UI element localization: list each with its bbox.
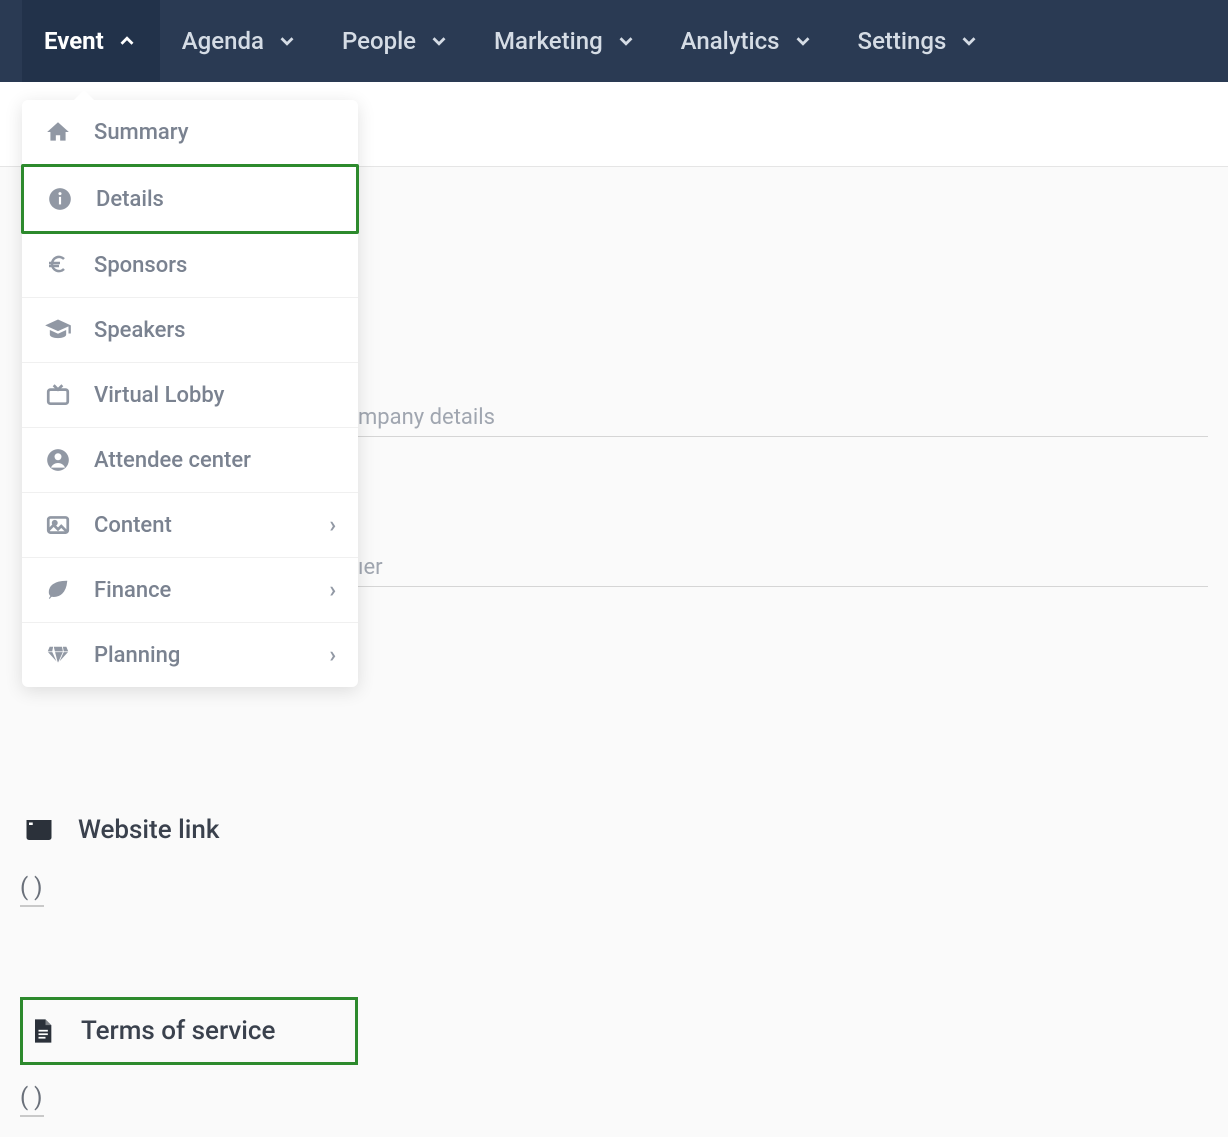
terms-of-service-title: Terms of service xyxy=(81,1016,275,1046)
dropdown-item-planning[interactable]: Planning › xyxy=(22,623,358,687)
window-icon xyxy=(24,815,54,845)
diamond-icon xyxy=(44,641,72,669)
nav-marketing[interactable]: Marketing xyxy=(472,0,659,82)
dropdown-item-virtual-lobby[interactable]: Virtual Lobby xyxy=(22,363,358,428)
website-link-value[interactable]: ( ) xyxy=(20,873,44,907)
nav-people-label: People xyxy=(342,27,416,55)
dropdown-item-content[interactable]: Content › xyxy=(22,493,358,558)
nav-analytics-label: Analytics xyxy=(681,27,780,55)
user-circle-icon xyxy=(44,446,72,474)
dropdown-label: Content xyxy=(94,513,307,538)
company-details-placeholder: mpany details xyxy=(358,405,495,430)
dropdown-label: Planning xyxy=(94,643,307,668)
info-icon xyxy=(46,185,74,213)
dropdown-item-speakers[interactable]: Speakers xyxy=(22,298,358,363)
company-details-field[interactable]: mpany details xyxy=(358,405,1208,437)
nav-event[interactable]: Event xyxy=(22,0,160,82)
dropdown-label: Speakers xyxy=(94,318,336,343)
dropdown-item-summary[interactable]: Summary xyxy=(22,100,358,165)
nav-marketing-label: Marketing xyxy=(494,27,603,55)
event-dropdown-menu: Summary Details Sponsors Speakers Virtua… xyxy=(22,100,358,687)
terms-of-service-section: Terms of service xyxy=(20,997,358,1065)
partial-ner-placeholder: ıer xyxy=(358,555,383,580)
chevron-right-icon: › xyxy=(329,643,336,668)
dropdown-label: Sponsors xyxy=(94,253,336,278)
dropdown-label: Finance xyxy=(94,578,307,603)
chevron-down-icon xyxy=(958,30,980,52)
chevron-down-icon xyxy=(276,30,298,52)
home-icon xyxy=(44,118,72,146)
nav-agenda[interactable]: Agenda xyxy=(160,0,320,82)
tv-icon xyxy=(44,381,72,409)
euro-icon xyxy=(44,251,72,279)
dropdown-label: Summary xyxy=(94,120,336,145)
dropdown-item-attendee-center[interactable]: Attendee center xyxy=(22,428,358,493)
chevron-down-icon xyxy=(792,30,814,52)
nav-settings-label: Settings xyxy=(858,27,947,55)
leaf-icon xyxy=(44,576,72,604)
dropdown-label: Virtual Lobby xyxy=(94,383,336,408)
top-navigation: Event Agenda People Marketing Analytics … xyxy=(0,0,1228,82)
chevron-right-icon: › xyxy=(329,578,336,603)
chevron-down-icon xyxy=(615,30,637,52)
dropdown-label: Details xyxy=(96,187,334,212)
chevron-down-icon xyxy=(428,30,450,52)
chevron-right-icon: › xyxy=(329,513,336,538)
image-icon xyxy=(44,511,72,539)
dropdown-item-details[interactable]: Details xyxy=(21,164,359,234)
document-icon xyxy=(27,1016,57,1046)
website-link-section: Website link xyxy=(20,805,1208,855)
partial-ner-field[interactable]: ıer xyxy=(358,555,1208,587)
nav-analytics[interactable]: Analytics xyxy=(659,0,836,82)
nav-people[interactable]: People xyxy=(320,0,472,82)
nav-event-label: Event xyxy=(44,27,104,55)
website-link-title: Website link xyxy=(78,815,219,845)
dropdown-item-finance[interactable]: Finance › xyxy=(22,558,358,623)
dropdown-item-sponsors[interactable]: Sponsors xyxy=(22,233,358,298)
graduation-cap-icon xyxy=(44,316,72,344)
dropdown-label: Attendee center xyxy=(94,448,336,473)
nav-agenda-label: Agenda xyxy=(182,27,264,55)
chevron-up-icon xyxy=(116,30,138,52)
nav-settings[interactable]: Settings xyxy=(836,0,1003,82)
